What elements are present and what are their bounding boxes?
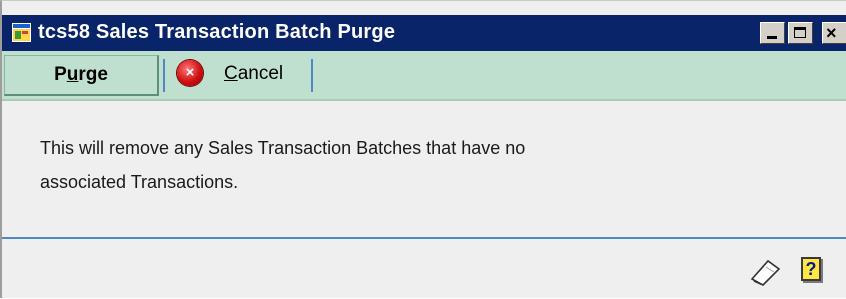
- cancel-label-accesskey: C: [224, 63, 238, 84]
- cancel-icon-glyph: ×: [185, 64, 195, 81]
- cancel-icon: ×: [177, 60, 203, 86]
- title-bar[interactable]: tcs58 Sales Transaction Batch Purge ×: [2, 15, 846, 51]
- maximize-icon: [794, 27, 806, 38]
- help-icon-glyph: ?: [801, 257, 821, 281]
- purge-description: This will remove any Sales Transaction B…: [40, 131, 740, 199]
- toolbar-separator: [163, 59, 165, 92]
- toolbar-separator: [311, 59, 313, 92]
- purge-window: tcs58 Sales Transaction Batch Purge × Pu…: [0, 0, 846, 298]
- app-window-icon: [12, 23, 31, 42]
- cancel-label: Cancel: [224, 63, 283, 85]
- content-area: This will remove any Sales Transaction B…: [2, 101, 846, 237]
- minimize-button[interactable]: [760, 22, 785, 44]
- message-line-1: This will remove any Sales Transaction B…: [40, 138, 526, 158]
- cancel-label-suffix: ancel: [237, 63, 284, 84]
- cancel-button[interactable]: × Cancel: [174, 57, 304, 95]
- window-title: tcs58 Sales Transaction Batch Purge: [38, 21, 396, 43]
- maximize-button[interactable]: [788, 22, 813, 44]
- purge-label-suffix: rge: [78, 64, 108, 85]
- message-line-2: associated Transactions.: [40, 172, 239, 192]
- note-icon[interactable]: [748, 257, 782, 287]
- close-button[interactable]: ×: [822, 22, 846, 44]
- minimize-icon: [767, 36, 777, 39]
- close-icon: ×: [826, 23, 837, 43]
- purge-button[interactable]: Purge: [4, 55, 159, 96]
- purge-label-prefix: P: [54, 64, 67, 85]
- status-bar: ?: [2, 239, 846, 299]
- help-icon[interactable]: ?: [798, 255, 826, 285]
- purge-label-accesskey: u: [66, 64, 79, 85]
- toolbar: Purge × Cancel: [2, 51, 846, 101]
